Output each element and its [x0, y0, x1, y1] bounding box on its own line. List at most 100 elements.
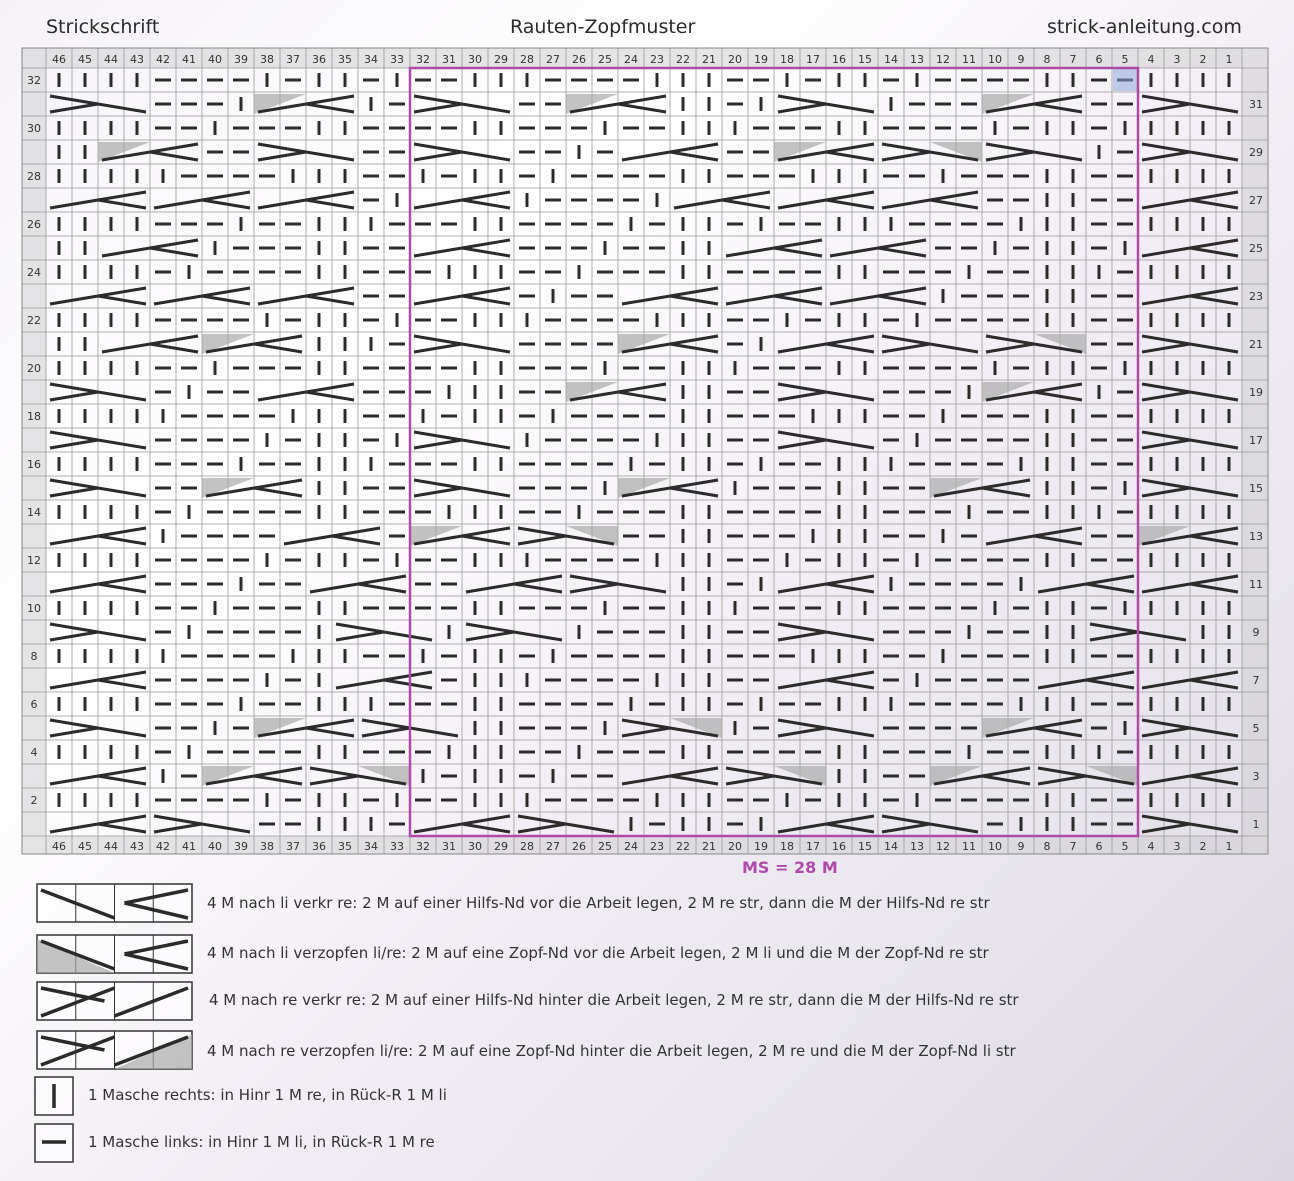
row-number-right: 17: [1249, 434, 1263, 447]
column-number-top: 24: [624, 53, 638, 66]
cable-right-purl-symbol: [981, 478, 1031, 498]
legend-text-cable-right-purl: 4 M nach re verzopfen li/re: 2 M auf ein…: [207, 1042, 1016, 1060]
cable-left-knit-symbol-diag: [1033, 150, 1083, 162]
cable-right-knit-symbol: [1189, 574, 1239, 594]
column-number-top: 28: [520, 53, 534, 66]
cable-left-knit-symbol: [1141, 478, 1191, 498]
cable-right-purl-symbol: [305, 94, 355, 114]
column-number-top: 30: [468, 53, 482, 66]
column-number-bottom: 7: [1070, 840, 1077, 853]
cable-left-knit-symbol: [413, 430, 463, 450]
repeat-label: MS = 28 M: [742, 858, 838, 877]
column-number-top: 16: [832, 53, 846, 66]
column-number-top: 37: [286, 53, 300, 66]
column-number-top: 9: [1018, 53, 1025, 66]
cable-left-knit-symbol-diag: [825, 630, 875, 642]
column-number-bottom: 38: [260, 840, 274, 853]
column-number-top: 45: [78, 53, 92, 66]
cable-left-knit-symbol-diag: [565, 822, 615, 834]
cable-right-knit-symbol: [305, 286, 355, 306]
cable-left-knit-symbol-diag: [305, 150, 355, 162]
cable-right-purl-symbol: [825, 142, 875, 162]
column-number-top: 15: [858, 53, 872, 66]
legend-text-cable-left-purl: 4 M nach li verzopfen li/re: 2 M auf ein…: [207, 944, 989, 962]
column-number-top: 42: [156, 53, 170, 66]
cable-right-knit-symbol-diag: [49, 534, 99, 546]
column-number-top: 33: [390, 53, 404, 66]
column-number-bottom: 45: [78, 840, 92, 853]
cable-right-knit-symbol: [149, 238, 199, 258]
cable-right-knit-symbol-diag: [777, 678, 827, 690]
cable-left-knit-symbol: [1089, 622, 1139, 642]
cable-left-knit-symbol-diag: [1137, 630, 1187, 642]
legend-text-cable-right-knit: 4 M nach re verkr re: 2 M auf einer Hilf…: [209, 991, 1019, 1009]
cable-left-knit-symbol-diag: [1189, 102, 1239, 114]
row-number-left: 22: [27, 314, 41, 327]
cable-right-knit-symbol-diag: [1141, 774, 1191, 786]
cable-right-knit-symbol-diag: [985, 534, 1035, 546]
column-number-bottom: 5: [1122, 840, 1129, 853]
legend-text-cable-left-knit: 4 M nach li verkr re: 2 M auf einer Hilf…: [207, 894, 990, 912]
column-number-top: 3: [1174, 53, 1181, 66]
column-number-bottom: 22: [676, 840, 690, 853]
column-number-bottom: 28: [520, 840, 534, 853]
cable-right-knit-symbol: [461, 190, 511, 210]
cable-right-knit-symbol-diag: [413, 246, 463, 258]
cable-right-knit-symbol-diag: [49, 198, 99, 210]
cable-left-knit-symbol: [985, 142, 1035, 162]
column-number-bottom: 12: [936, 840, 950, 853]
cable-right-knit-symbol-diag: [465, 582, 515, 594]
cable-right-purl-symbol: [1033, 382, 1083, 402]
cable-left-knit-symbol: [153, 814, 203, 834]
column-number-top: 7: [1070, 53, 1077, 66]
cable-right-knit-symbol: [825, 574, 875, 594]
cable-right-purl-symbol: [1189, 526, 1239, 546]
cable-right-purl-symbol: [253, 766, 303, 786]
column-number-top: 23: [650, 53, 664, 66]
row-number-right: 21: [1249, 338, 1263, 351]
cable-right-knit-symbol: [825, 334, 875, 354]
legend-text-knit: 1 Masche rechts: in Hinr 1 M re, in Rück…: [88, 1086, 447, 1104]
cable-left-knit-symbol: [49, 718, 99, 738]
column-number-bottom: 14: [884, 840, 898, 853]
column-number-bottom: 1: [1226, 840, 1233, 853]
cable-right-knit-symbol: [1189, 670, 1239, 690]
column-number-bottom: 6: [1096, 840, 1103, 853]
column-number-bottom: 31: [442, 840, 456, 853]
cable-right-knit-symbol: [305, 190, 355, 210]
row-number-right: 13: [1249, 530, 1263, 543]
row-number-left: 6: [31, 698, 38, 711]
cable-right-knit-symbol-diag: [413, 294, 463, 306]
cable-left-knit-symbol: [49, 478, 99, 498]
cable-left-knit-symbol: [517, 814, 567, 834]
column-number-top: 13: [910, 53, 924, 66]
row-number-right: 9: [1253, 626, 1260, 639]
cable-right-knit-symbol: [825, 190, 875, 210]
cable-right-knit-symbol-diag: [621, 150, 671, 162]
column-number-top: 5: [1122, 53, 1129, 66]
cable-right-knit-symbol: [825, 814, 875, 834]
column-number-top: 1: [1226, 53, 1233, 66]
column-number-bottom: 42: [156, 840, 170, 853]
cable-right-purl-symbol: [669, 478, 719, 498]
column-number-top: 19: [754, 53, 768, 66]
column-number-top: 31: [442, 53, 456, 66]
cable-right-knit-symbol-diag: [257, 198, 307, 210]
cable-left-knit-symbol: [1141, 142, 1191, 162]
cable-right-knit-symbol-diag: [309, 582, 359, 594]
row-number-left: 14: [27, 506, 41, 519]
cable-right-knit-symbol-diag: [829, 294, 879, 306]
column-number-bottom: 18: [780, 840, 794, 853]
cable-left-knit-symbol-diag: [1189, 486, 1239, 498]
cable-right-knit-symbol-diag: [101, 246, 151, 258]
column-number-top: 34: [364, 53, 378, 66]
cable-left-knit-symbol: [881, 334, 931, 354]
cable-right-purl-symbol: [253, 478, 303, 498]
cable-right-knit-symbol: [201, 190, 251, 210]
cable-left-knit-symbol-diag: [1189, 390, 1239, 402]
row-number-right: 1: [1253, 818, 1260, 831]
cable-left-knit-symbol-diag: [97, 486, 147, 498]
cable-left-knit-symbol: [413, 334, 463, 354]
cable-left-knit-symbol-diag: [461, 438, 511, 450]
column-number-top: 8: [1044, 53, 1051, 66]
